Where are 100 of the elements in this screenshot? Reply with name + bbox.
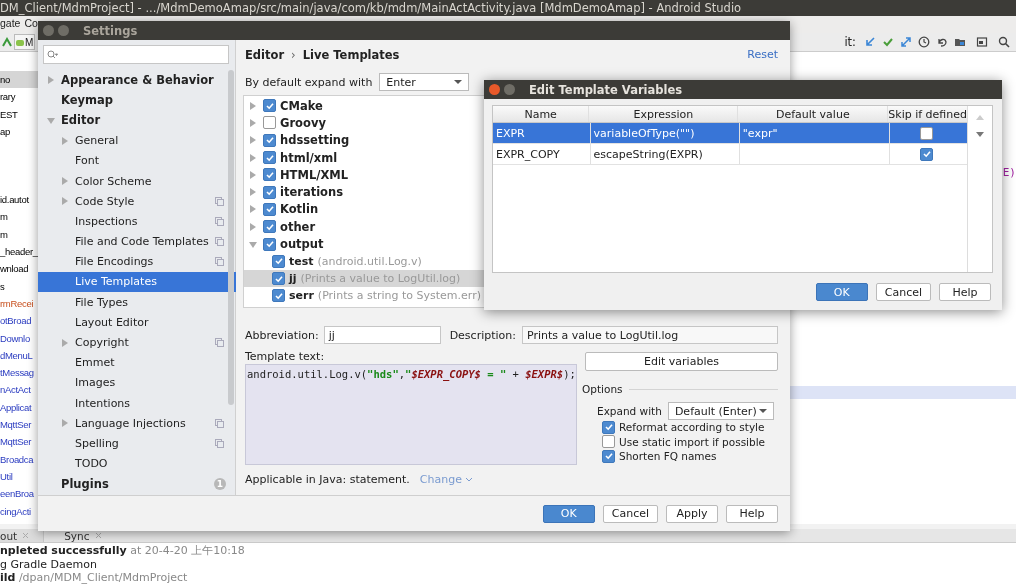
settings-category[interactable]: Copyright [38,332,235,353]
search-icon[interactable] [998,36,1010,48]
checkbox[interactable] [263,202,276,216]
check-icon[interactable] [882,36,894,48]
close-icon[interactable] [22,532,30,539]
window-icon[interactable] [976,36,988,48]
project-tree-item[interactable]: otBroad [0,312,38,330]
move-up-icon[interactable] [975,114,985,121]
dialog-button[interactable]: Help [939,283,991,301]
project-tree-item[interactable]: MqttSer [0,416,38,434]
project-tree-item[interactable]: rmRecei [0,294,38,313]
settings-category[interactable]: File Types [38,292,235,313]
project-tree-item[interactable]: ap [0,122,38,141]
project-tree-item[interactable]: rary [0,88,38,106]
settings-category[interactable]: Inspections [38,211,235,232]
run-config-dropdown[interactable]: M [14,34,36,50]
settings-category[interactable]: Spelling [38,433,235,454]
template-group[interactable]: output [280,237,324,251]
minimize-icon[interactable] [504,84,515,95]
project-tree-item[interactable]: nActAct [0,381,38,399]
settings-category[interactable]: Emmet [38,352,235,373]
settings-category[interactable]: Language Injections [38,413,235,434]
close-icon[interactable] [94,532,102,539]
column-header[interactable]: Default value [738,106,889,122]
menu-item[interactable]: Co [24,17,38,29]
settings-category[interactable]: Color Scheme [38,170,235,192]
settings-category[interactable]: Live Templates [38,271,236,293]
template-group[interactable]: Groovy [280,115,326,130]
option-checkbox[interactable]: Reformat according to style [602,420,778,435]
scrollbar[interactable] [228,70,234,405]
checkbox[interactable] [263,185,276,199]
clock-icon[interactable] [918,36,930,48]
template-text-editor[interactable]: android.util.Log.v("hds","$EXPR_COPY$ = " + $EXPR$); [245,364,577,465]
settings-category[interactable]: Layout Editor [38,312,235,333]
project-tree-item[interactable]: eenBroa [0,485,38,503]
checkbox[interactable] [263,116,276,130]
template-group[interactable]: hdssetting [280,133,350,148]
dialog-button[interactable]: Cancel [875,283,931,301]
settings-category[interactable]: Font [38,150,235,171]
checkbox[interactable] [272,272,285,286]
move-down-icon[interactable] [975,131,985,138]
template-group[interactable]: other [280,219,316,234]
reset-link[interactable]: Reset [747,48,778,61]
project-tree-item[interactable]: no [0,71,38,89]
project-tree-item[interactable]: id.autot [0,191,38,209]
dialog-button[interactable]: OK [542,504,595,523]
project-tree-item[interactable]: m [0,208,38,226]
project-tree-item[interactable]: dMenuL [0,346,38,365]
settings-category[interactable]: TODO [38,453,235,474]
checkbox[interactable] [272,254,285,268]
project-tree-item[interactable]: tMessag [0,364,38,382]
checkbox[interactable] [263,237,276,251]
merge-arrows-icon[interactable] [900,36,912,48]
checkbox[interactable] [263,133,276,147]
template-row[interactable]: test (android.util.Log.v) [244,252,777,270]
table-row[interactable]: EXPR_COPY escapeString(EXPR) [493,144,967,165]
checkbox[interactable] [272,289,285,303]
option-checkbox[interactable]: Use static import if possible [602,434,778,449]
settings-category[interactable]: Plugins 1 [38,473,235,494]
template-group[interactable]: html/xml [280,150,338,165]
checkbox[interactable] [263,168,276,182]
project-tree-item[interactable]: MqttSer [0,433,38,451]
settings-category[interactable]: Appearance & Behavior [38,70,235,91]
table-row[interactable]: EXPR variableOfType("") "expr" [493,123,967,144]
checkbox[interactable] [602,449,615,463]
template-group[interactable]: CMake [280,98,323,113]
project-tree-item[interactable]: Broadca [0,450,38,468]
expand-with-dropdown[interactable]: Default (Enter) [667,402,774,420]
expand-dropdown[interactable]: Enter [379,73,470,91]
arrow-icon[interactable] [864,36,876,48]
close-icon[interactable] [489,84,500,95]
checkbox[interactable] [263,99,276,113]
panel-tab[interactable]: out [0,529,45,542]
settings-category[interactable]: Code Style [38,191,235,212]
undo-icon[interactable] [936,36,948,48]
checkbox[interactable] [920,147,933,161]
dialog-button[interactable]: Apply [666,504,718,523]
project-tree-item[interactable]: _header_ [0,243,38,261]
checkbox[interactable] [602,435,615,449]
settings-category[interactable]: File and Code Templates [38,231,235,252]
project-tree-item[interactable]: Applicat [0,398,38,417]
settings-category[interactable]: Intentions [38,393,235,414]
settings-category[interactable]: Images [38,372,235,393]
settings-category[interactable]: Keymap [38,90,235,111]
checkbox[interactable] [263,151,276,165]
template-group[interactable]: Kotlin [280,202,319,217]
option-checkbox[interactable]: Shorten FQ names [602,449,778,464]
checkbox[interactable] [602,420,615,434]
project-tree-item[interactable]: cingActi [0,502,38,520]
folder-icon[interactable] [954,36,966,48]
project-tree-item[interactable]: EST [0,105,38,123]
project-tree-item[interactable]: wnload [0,260,38,278]
settings-category[interactable]: General [38,130,235,151]
project-tree-item[interactable]: Util [0,467,38,486]
expand-arrow-icon[interactable] [248,239,258,249]
checkbox[interactable] [920,126,933,140]
column-header[interactable]: Name [493,106,590,122]
template-row[interactable]: serr (Prints a string to System.err) [244,287,777,305]
template-group[interactable]: HTML/XML [280,167,349,182]
settings-category[interactable]: Editor [38,110,235,131]
